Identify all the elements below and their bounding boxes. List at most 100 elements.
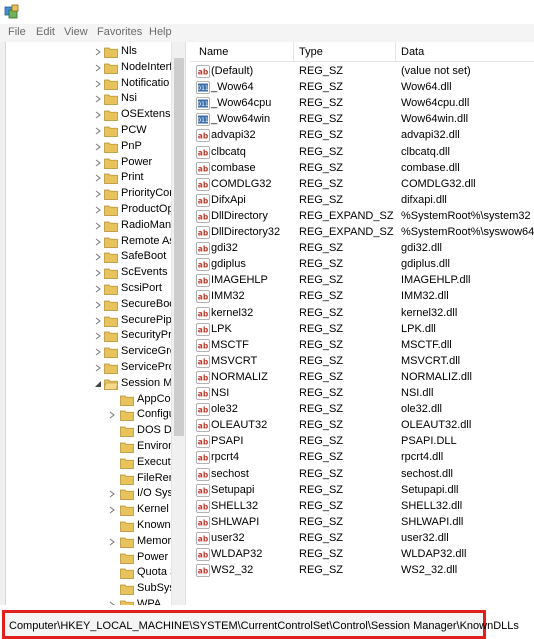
value-row[interactable]: ab WS2_32 REG_SZ WS2_32.dll (190, 563, 534, 579)
expand-arrow-icon[interactable] (94, 285, 102, 293)
tree-item[interactable]: Session Ma (0, 376, 178, 392)
expand-arrow-icon[interactable] (94, 48, 102, 56)
value-row[interactable]: ab DifxApi REG_SZ difxapi.dll (190, 193, 534, 209)
value-row[interactable]: ab SHELL32 REG_SZ SHELL32.dll (190, 499, 534, 515)
tree-item[interactable]: Environ (0, 439, 174, 455)
value-row[interactable]: ab IMM32 REG_SZ IMM32.dll (190, 289, 534, 305)
expand-arrow-icon[interactable] (108, 411, 116, 419)
tree-item[interactable]: ServiceProv (0, 360, 180, 376)
value-row[interactable]: ab Setupapi REG_SZ Setupapi.dll (190, 483, 534, 499)
expand-arrow-icon[interactable] (94, 64, 102, 72)
expand-arrow-icon[interactable] (94, 111, 102, 119)
expand-arrow-icon[interactable] (94, 174, 102, 182)
tree-item[interactable]: ProductOp (0, 202, 174, 218)
value-row[interactable]: ab DllDirectory32 REG_EXPAND_SZ %SystemRoot… (190, 225, 534, 241)
value-row[interactable]: ab sechost REG_SZ sechost.dll (190, 467, 534, 483)
value-row[interactable]: 011 _Wow64 REG_SZ Wow64.dll (190, 80, 534, 96)
value-row[interactable]: ab (Default) REG_SZ (value not set) (190, 64, 534, 80)
tree-item[interactable]: Nls (0, 44, 170, 60)
registry-key-tree[interactable]: Nls NodeInterf Notificatio Nsi OSExtensio PCW… (0, 42, 186, 605)
expand-arrow-icon[interactable] (94, 143, 102, 151)
tree-item[interactable]: OSExtensio (0, 107, 179, 123)
value-row[interactable]: 011 _Wow64win REG_SZ Wow64win.dll (190, 112, 534, 128)
tree-item[interactable]: Memor (0, 534, 171, 550)
expand-arrow-icon[interactable] (94, 190, 102, 198)
value-row[interactable]: ab gdi32 REG_SZ gdi32.dll (190, 241, 534, 257)
value-row[interactable]: ab NSI REG_SZ NSI.dll (190, 386, 534, 402)
value-row[interactable]: ab clbcatq REG_SZ clbcatq.dll (190, 145, 534, 161)
tree-item[interactable]: Notificatio (0, 76, 170, 92)
value-row[interactable]: ab ole32 REG_SZ ole32.dll (190, 402, 534, 418)
expand-arrow-icon[interactable] (94, 95, 102, 103)
tree-item[interactable]: I/O Sys (0, 486, 173, 502)
tree-item[interactable]: FileRen (0, 471, 175, 487)
tree-item[interactable]: Remote As (0, 234, 175, 250)
tree-item[interactable]: Power (0, 155, 170, 171)
tree-item[interactable]: Nsi (0, 91, 170, 107)
value-row[interactable]: ab COMDLG32 REG_SZ COMDLG32.dll (190, 177, 534, 193)
value-row[interactable]: ab WLDAP32 REG_SZ WLDAP32.dll (190, 547, 534, 563)
value-row[interactable]: ab kernel32 REG_SZ kernel32.dll (190, 306, 534, 322)
value-row[interactable]: ab SHLWAPI REG_SZ SHLWAPI.dll (190, 515, 534, 531)
value-row[interactable]: ab user32 REG_SZ user32.dll (190, 531, 534, 547)
regedit-app-icon[interactable] (4, 4, 20, 20)
tree-item[interactable]: Known (0, 518, 171, 534)
expand-arrow-icon[interactable] (94, 253, 102, 261)
tree-item[interactable]: Quota S (0, 565, 177, 581)
expand-arrow-icon[interactable] (108, 490, 116, 498)
tree-item[interactable]: PnP (0, 139, 170, 155)
tree-item[interactable]: SecurityPro (0, 328, 178, 344)
expand-arrow-icon[interactable] (108, 538, 116, 546)
tree-item[interactable]: NodeInterf (0, 60, 172, 76)
tree-item[interactable]: ServiceGro (0, 344, 176, 360)
tree-item[interactable]: SecurePipe (0, 313, 178, 329)
expand-arrow-icon[interactable] (94, 206, 102, 214)
column-divider[interactable] (293, 42, 294, 62)
value-row[interactable]: ab MSCTF REG_SZ MSCTF.dll (190, 338, 534, 354)
value-row[interactable]: ab PSAPI REG_SZ PSAPI.DLL (190, 434, 534, 450)
tree-item[interactable]: Print (0, 170, 170, 186)
column-header-name[interactable]: Name (199, 46, 228, 58)
tree-item[interactable]: Configu (0, 407, 175, 423)
value-row[interactable]: ab IMAGEHLP REG_SZ IMAGEHLP.dll (190, 273, 534, 289)
tree-item[interactable]: ScEvents (0, 265, 170, 281)
collapse-arrow-icon[interactable] (94, 380, 102, 388)
expand-arrow-icon[interactable] (108, 506, 116, 514)
menu-favorites[interactable]: Favorites (97, 26, 142, 38)
expand-arrow-icon[interactable] (94, 301, 102, 309)
tree-item[interactable]: SafeBoot (0, 249, 170, 265)
value-row[interactable]: ab DllDirectory REG_EXPAND_SZ %SystemRoot%\… (190, 209, 534, 225)
expand-arrow-icon[interactable] (94, 80, 102, 88)
tree-item[interactable]: Executi (0, 455, 173, 471)
column-header-type[interactable]: Type (299, 46, 323, 58)
tree-item[interactable]: ScsiPort (0, 281, 170, 297)
expand-arrow-icon[interactable] (94, 222, 102, 230)
expand-arrow-icon[interactable] (94, 159, 102, 167)
tree-item[interactable]: WPA (0, 597, 170, 605)
value-row[interactable]: ab NORMALIZ REG_SZ NORMALIZ.dll (190, 370, 534, 386)
value-row[interactable]: ab LPK REG_SZ LPK.dll (190, 322, 534, 338)
tree-item[interactable]: Kernel (0, 502, 170, 518)
menu-view[interactable]: View (64, 26, 88, 38)
tree-item[interactable]: DOS De (0, 423, 178, 439)
tree-item[interactable]: AppCo (0, 392, 171, 408)
tree-item[interactable]: SecureBoo (0, 297, 175, 313)
expand-arrow-icon[interactable] (94, 127, 102, 135)
column-header-data[interactable]: Data (401, 46, 424, 58)
value-row[interactable]: ab advapi32 REG_SZ advapi32.dll (190, 128, 534, 144)
tree-item[interactable]: SubSys (0, 581, 175, 597)
menu-edit[interactable]: Edit (36, 26, 55, 38)
expand-arrow-icon[interactable] (94, 269, 102, 277)
expand-arrow-icon[interactable] (94, 317, 102, 325)
tree-scroll-thumb[interactable] (174, 58, 184, 436)
menu-help[interactable]: Help (149, 26, 172, 38)
value-row[interactable]: ab OLEAUT32 REG_SZ OLEAUT32.dll (190, 418, 534, 434)
tree-item[interactable]: PriorityCor (0, 186, 173, 202)
tree-item[interactable]: Power (0, 550, 170, 566)
column-divider[interactable] (395, 42, 396, 62)
value-row[interactable]: ab gdiplus REG_SZ gdiplus.dll (190, 257, 534, 273)
value-row[interactable]: 011 _Wow64cpu REG_SZ Wow64cpu.dll (190, 96, 534, 112)
tree-vertical-scrollbar[interactable] (171, 42, 185, 605)
registry-values-list[interactable]: Name Type Data ab (Default) REG_SZ (value n… (190, 42, 534, 605)
tree-item[interactable]: RadioMana (0, 218, 177, 234)
